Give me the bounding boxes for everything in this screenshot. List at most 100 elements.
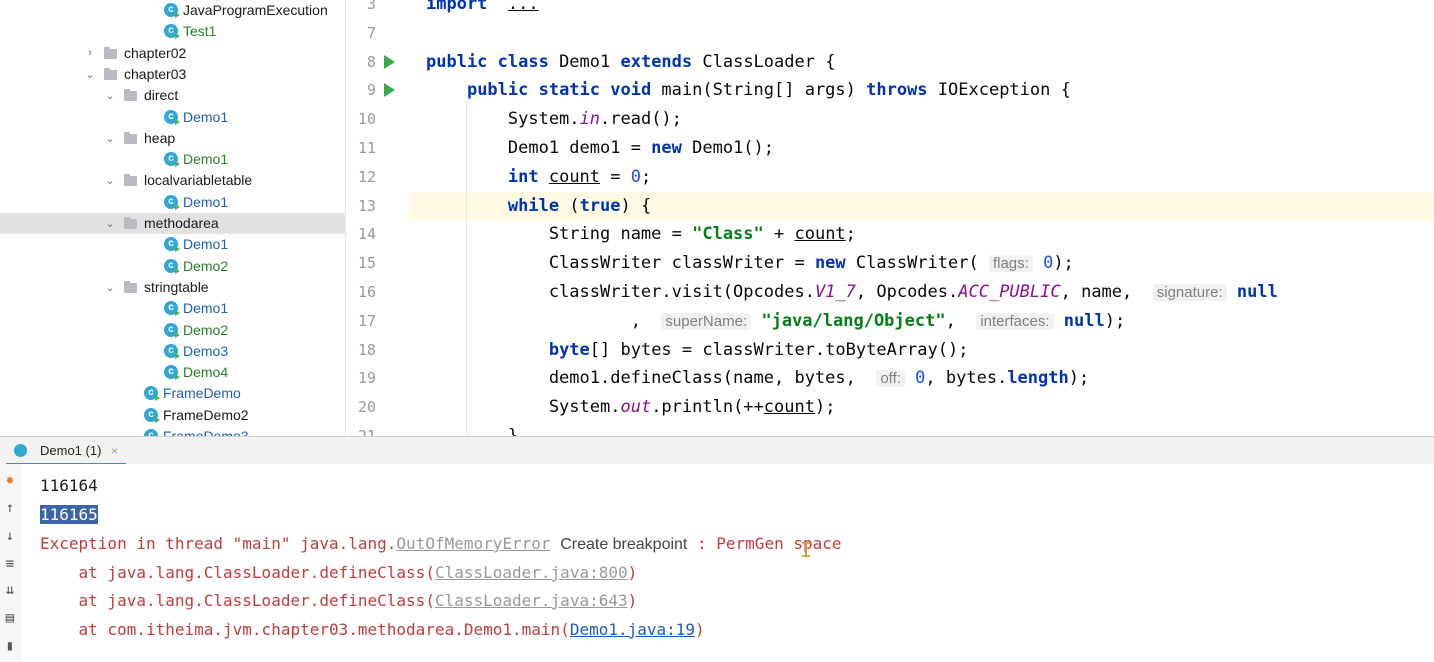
create-breakpoint-link[interactable]: Create breakpoint [560, 536, 687, 553]
tree-class[interactable]: c Demo2 [0, 256, 345, 277]
line-number: 18 [357, 340, 376, 359]
tree-folder[interactable]: ⌄ chapter03 [0, 64, 345, 85]
chevron-down-icon[interactable]: ⌄ [104, 89, 116, 102]
indent-guide [466, 100, 467, 436]
chevron-down-icon[interactable]: ⌄ [84, 68, 96, 81]
run-gutter-icon[interactable] [384, 54, 395, 69]
tree-class[interactable]: c Demo1 [0, 192, 345, 213]
chevron-down-icon[interactable]: ⌄ [104, 132, 116, 145]
selected-text: 116165 [40, 505, 98, 524]
folder-icon [104, 46, 117, 59]
folder-icon [124, 174, 137, 187]
soft-wrap-icon[interactable]: ≡ [3, 556, 17, 572]
parameter-hint: flags: [988, 255, 1033, 273]
parameter-hint: off: [876, 370, 905, 388]
bug-icon[interactable]: ✹ [3, 472, 17, 488]
tree-item-label: Demo1 [183, 151, 229, 168]
folder-icon [124, 131, 137, 144]
exception-class-link[interactable]: OutOfMemoryError [396, 534, 550, 553]
code-token: ); [814, 397, 836, 418]
tree-folder[interactable]: ⌄ direct [0, 85, 345, 106]
code-token: throws [866, 80, 938, 101]
code-token: new [651, 138, 693, 158]
code-line: byte[] bytes = classWriter.toByteArray()… [408, 336, 1434, 365]
tree-class[interactable]: c JavaProgramExecution [0, 0, 345, 21]
line-number: 19 [357, 369, 376, 388]
stack-frame-text: ) [695, 620, 705, 639]
tree-class[interactable]: c FrameDemo [0, 383, 345, 404]
tree-item-label: Demo1 [183, 108, 229, 125]
trash-icon[interactable]: ▮ [3, 638, 17, 654]
java-class-icon: c [164, 109, 180, 125]
tree-folder[interactable]: › chapter02 [0, 43, 345, 64]
print-icon[interactable]: ▤ [3, 610, 17, 626]
tree-class[interactable]: c Demo2 [0, 320, 345, 341]
code-token: null [1236, 282, 1278, 302]
code-token: ); [1053, 253, 1074, 274]
stack-frame-link[interactable]: ClassLoader.java:643 [435, 591, 628, 610]
code-token: "java/lang/Object" [761, 310, 946, 331]
tree-class[interactable]: c FrameDemo3 [0, 426, 345, 436]
code-token: Demo1 demo1 = [426, 138, 652, 158]
tree-class[interactable]: c FrameDemo2 [0, 405, 345, 426]
run-tab-demo1[interactable]: Demo1 (1) × [6, 439, 127, 465]
code-editor[interactable]: import ... public class Demo1 extends Cla… [408, 0, 1434, 436]
console-line: 116164 [40, 476, 98, 495]
line-number: 14 [357, 225, 376, 244]
tree-item-label: FrameDemo2 [163, 406, 249, 423]
java-class-icon: c [164, 194, 180, 210]
tree-class[interactable]: c Demo1 [0, 298, 345, 319]
chevron-down-icon[interactable]: ⌄ [104, 217, 116, 230]
stack-frame-link[interactable]: ClassLoader.java:800 [435, 563, 628, 582]
java-class-icon: c [144, 386, 160, 402]
console-output[interactable]: 116164 116165 Exception in thread "main"… [22, 464, 1434, 662]
code-token: 0 [1043, 253, 1054, 274]
line-number: 12 [357, 167, 376, 186]
tree-class[interactable]: c Demo1 [0, 234, 345, 255]
down-arrow-icon[interactable]: ↓ [3, 528, 17, 544]
chevron-down-icon[interactable]: ⌄ [104, 281, 116, 294]
tree-class[interactable]: c Demo3 [0, 341, 345, 362]
tree-item-label: Demo1 [183, 236, 229, 253]
tree-item-label: Demo1 [183, 300, 229, 317]
tree-class[interactable]: c Demo4 [0, 362, 345, 383]
tree-class[interactable]: c Demo1 [0, 149, 345, 170]
java-class-icon: c [164, 3, 180, 18]
code-token: IOException { [937, 80, 1071, 101]
run-gutter-icon[interactable] [384, 83, 395, 98]
chevron-down-icon[interactable]: ⌄ [104, 174, 116, 187]
tree-class[interactable]: c Test1 [0, 21, 345, 42]
code-line: while (true) { [408, 191, 1434, 221]
scroll-end-icon[interactable]: ⇊ [3, 582, 17, 598]
code-token: "Class" [692, 224, 764, 245]
tree-item-label: heap [144, 129, 176, 146]
exception-message: : PermGen space [687, 534, 842, 553]
up-arrow-icon[interactable]: ↑ [3, 500, 17, 516]
line-number: 13 [357, 196, 376, 215]
java-class-icon: c [164, 301, 180, 317]
code-token: out [620, 397, 652, 418]
code-token: ClassLoader { [702, 51, 836, 72]
chevron-right-icon[interactable]: › [84, 47, 96, 59]
tree-folder[interactable]: ⌄ heap [0, 128, 345, 149]
editor-gutter: 3789101112131415161718192021 [346, 0, 408, 445]
code-token: .read(); [600, 109, 682, 130]
code-token: = [600, 166, 631, 187]
code-token: ; [641, 166, 652, 187]
code-token: , bytes. [925, 368, 1008, 389]
code-token: count [763, 397, 815, 418]
code-line: Demo1 demo1 = new Demo1(); [408, 134, 1434, 163]
code-token: , name, [1060, 282, 1153, 302]
tree-class[interactable]: c Demo1 [0, 107, 345, 128]
tree-folder[interactable]: ⌄ methodarea [0, 213, 345, 234]
java-class-icon: c [164, 322, 180, 338]
stack-frame-text: at com.itheima.jvm.chapter03.methodarea.… [40, 620, 570, 639]
exception-prefix: Exception in thread "main" java.lang. [40, 534, 397, 553]
close-tab-icon[interactable]: × [111, 444, 118, 458]
tree-folder[interactable]: ⌄ stringtable [0, 277, 345, 298]
tree-folder[interactable]: ⌄ localvariabletable [0, 170, 345, 191]
code-line: , superName: "java/lang/Object", interfa… [408, 307, 1434, 336]
stack-frame-link[interactable]: Demo1.java:19 [570, 620, 695, 639]
